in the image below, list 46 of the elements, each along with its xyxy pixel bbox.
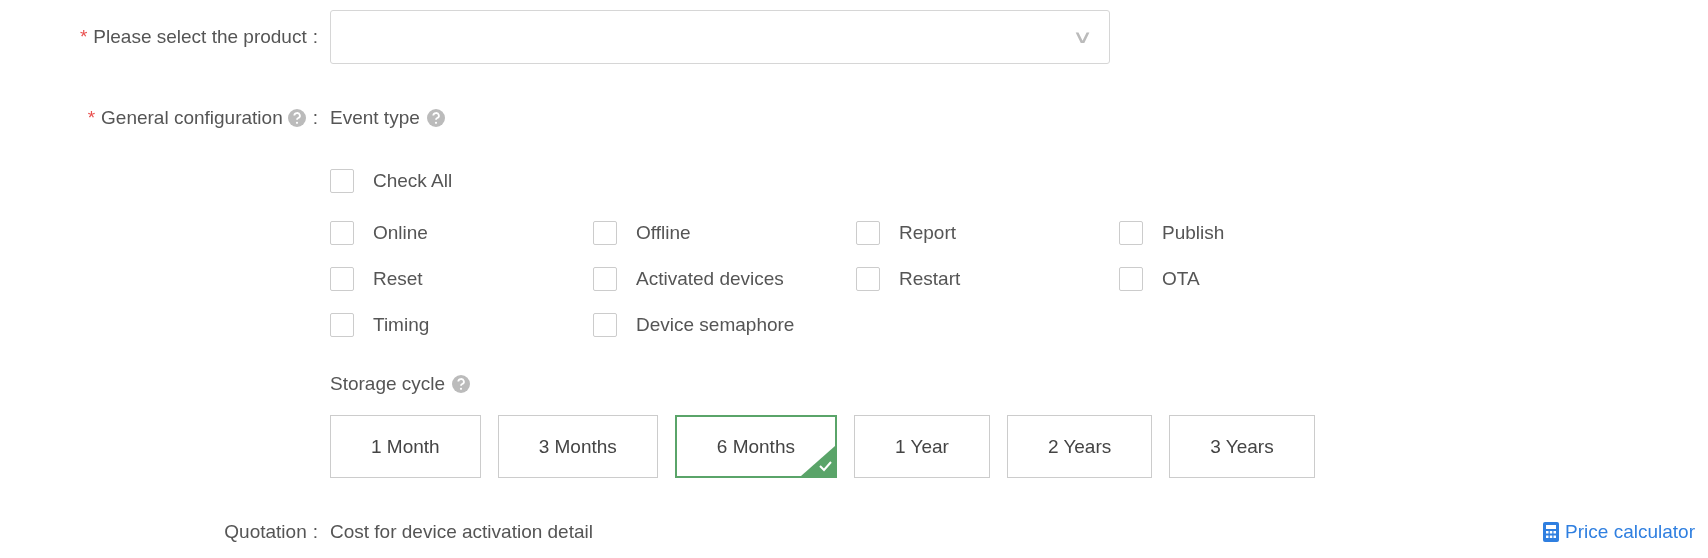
- checkbox[interactable]: [330, 221, 354, 245]
- help-icon[interactable]: [425, 108, 446, 128]
- checkbox-label[interactable]: Check All: [373, 170, 453, 192]
- checkbox-label[interactable]: OTA: [1162, 268, 1200, 290]
- checkbox[interactable]: [330, 313, 354, 337]
- checkbox[interactable]: [593, 267, 617, 291]
- quotation-text: Cost for device activation detail: [330, 521, 594, 543]
- checkbox[interactable]: [330, 169, 354, 193]
- checkbox-label[interactable]: Offline: [636, 222, 691, 244]
- calculator-icon: [1543, 522, 1560, 542]
- field-label: General configuration: [101, 107, 283, 129]
- checkbox-label[interactable]: Restart: [899, 268, 961, 290]
- caret-icon: ∨: [1072, 26, 1093, 48]
- checkbox[interactable]: [593, 221, 617, 245]
- checkbox-label[interactable]: Publish: [1162, 222, 1225, 244]
- option-button[interactable]: 3 Years: [1169, 415, 1315, 478]
- checkbox-label[interactable]: Activated devices: [636, 268, 784, 290]
- checkmark-icon: [800, 446, 835, 476]
- checkbox[interactable]: [1119, 267, 1143, 291]
- option-button[interactable]: 2 Years: [1006, 415, 1153, 478]
- checkbox[interactable]: [856, 267, 880, 291]
- checkbox-label[interactable]: Device semaphore: [636, 314, 795, 336]
- field-label: Quotation: [224, 521, 307, 543]
- help-icon[interactable]: [286, 108, 307, 128]
- option-button[interactable]: 1 Year: [853, 415, 990, 478]
- required-asterisk: *: [79, 26, 88, 48]
- checkbox-label[interactable]: Timing: [373, 314, 430, 336]
- option-button[interactable]: 6 Months: [674, 415, 837, 478]
- checkbox-label[interactable]: Online: [373, 222, 428, 244]
- checkbox[interactable]: [593, 313, 617, 337]
- option-button[interactable]: 3 Months: [497, 415, 658, 478]
- checkbox[interactable]: [856, 221, 880, 245]
- checkbox-label[interactable]: Reset: [373, 268, 423, 290]
- help-icon[interactable]: [451, 374, 472, 394]
- checkbox-label[interactable]: Report: [899, 222, 957, 244]
- label-colon: :: [312, 26, 318, 48]
- section-label: Storage cycle: [330, 373, 446, 395]
- checkbox[interactable]: [1119, 221, 1143, 245]
- checkbox[interactable]: [330, 267, 354, 291]
- label-colon: :: [312, 521, 318, 543]
- section-label: Event type: [330, 107, 420, 129]
- label-colon: :: [312, 107, 318, 129]
- price-calculator-link[interactable]: Price calculator: [1543, 521, 1695, 543]
- option-button[interactable]: 1 Month: [330, 415, 481, 478]
- required-asterisk: *: [87, 107, 96, 129]
- field-label: Please select the product: [93, 26, 307, 48]
